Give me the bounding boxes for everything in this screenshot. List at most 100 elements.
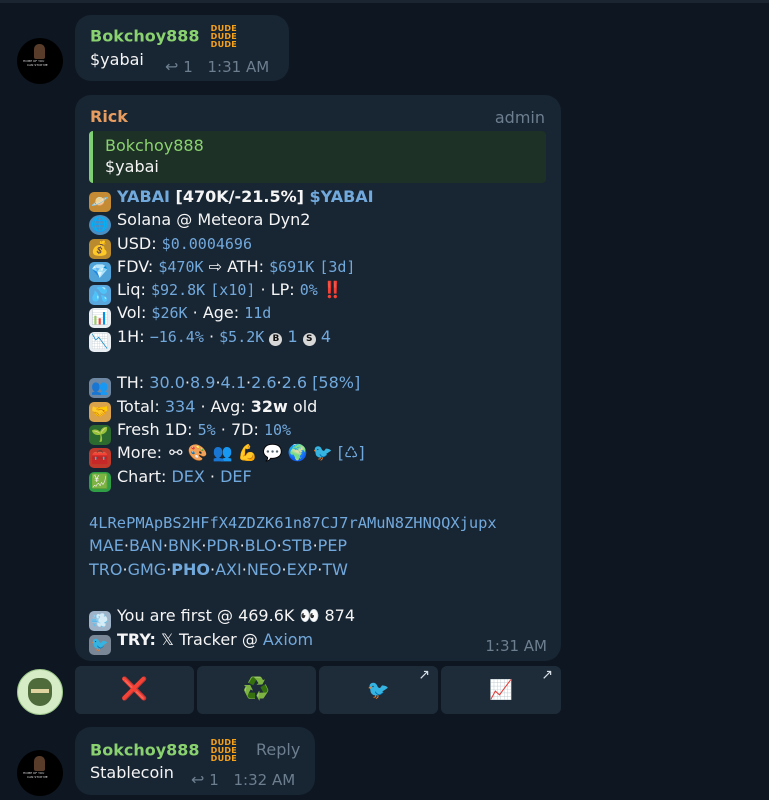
dex-link[interactable]: DEX bbox=[171, 467, 204, 486]
sender-name[interactable]: Rick bbox=[90, 107, 128, 126]
reply-count[interactable]: 1 bbox=[209, 771, 219, 789]
message-meta: ↩ 1 1:32 AM bbox=[191, 770, 295, 789]
sender-badge: DUDE DUDE DUDE bbox=[210, 738, 238, 763]
user-avatar[interactable]: HOME OF YOU CAN STOP ME bbox=[17, 38, 63, 84]
sender-name[interactable]: Bokchoy888 bbox=[90, 27, 200, 46]
sells-count: 4 bbox=[320, 326, 332, 346]
lp-label: LP: bbox=[270, 280, 300, 300]
refresh-button[interactable]: ♻️ bbox=[197, 666, 316, 714]
axiom-link[interactable]: Axiom bbox=[263, 630, 313, 649]
link-axi[interactable]: AXI bbox=[215, 560, 242, 579]
th-value[interactable]: 4.1 bbox=[221, 373, 246, 392]
th-label: TH: bbox=[117, 373, 150, 393]
bot-report: 🪐 YABAI [470K/-21.5%] $YABAI 🌐 Solana @ Me… bbox=[89, 185, 551, 655]
speech-bubble-icon[interactable]: 💬 bbox=[263, 443, 283, 462]
link-exp[interactable]: EXP bbox=[287, 560, 318, 579]
link-mae[interactable]: MAE bbox=[89, 536, 124, 555]
message-time: 1:31 AM bbox=[485, 637, 547, 655]
message-bubble-3[interactable]: Bokchoy888 DUDE DUDE DUDE Reply Stablecoin… bbox=[75, 727, 315, 795]
bot-avatar[interactable] bbox=[17, 669, 63, 715]
liquidity-line: 💦 Liq: $92.8K [x10] · LP: 0% ‼️ bbox=[89, 278, 551, 306]
recycle-link[interactable]: [♺] bbox=[338, 443, 365, 462]
lp-value: 0% bbox=[299, 281, 318, 300]
token-name-link[interactable]: YABAI bbox=[117, 187, 170, 206]
recycle-icon: ♻️ bbox=[242, 677, 271, 702]
fdv-line: 💎 FDV: $470K ⇨ ATH: $691K [3d] bbox=[89, 255, 551, 282]
token-ticker-link[interactable]: $YABAI bbox=[310, 187, 374, 206]
th-value[interactable]: 8.9 bbox=[190, 373, 215, 392]
separator: · bbox=[204, 466, 221, 486]
link-blo[interactable]: BLO bbox=[245, 536, 277, 555]
contract-address[interactable]: 4LRePMApBS2HFfX4ZDZK61n87CJ7rAMuN8ZHNQQX… bbox=[89, 514, 497, 532]
chain-line: 🌐 Solana @ Meteora Dyn2 bbox=[89, 208, 551, 236]
link-pho[interactable]: PHO bbox=[171, 560, 210, 579]
link-ban[interactable]: BAN bbox=[129, 536, 163, 555]
hourly-line: 📉 1H: −16.4% · $5.2K B 1 S 4 bbox=[89, 325, 551, 352]
chart-label: Chart: bbox=[117, 466, 172, 486]
message-bubble-1[interactable]: Bokchoy888 DUDE DUDE DUDE $yabai ↩ 1 1:31 … bbox=[75, 15, 289, 81]
separator: · bbox=[255, 280, 271, 300]
separator: · bbox=[215, 419, 231, 439]
link-neo[interactable]: NEO bbox=[247, 560, 282, 579]
token-stats: [470K/-21.5%] bbox=[169, 187, 310, 206]
vol-value: $26K bbox=[151, 304, 188, 323]
1h-change: −16.4% bbox=[149, 327, 204, 346]
link-stb[interactable]: STB bbox=[282, 536, 313, 555]
reply-quote[interactable]: Bokchoy888 $yabai bbox=[89, 131, 546, 183]
close-button[interactable]: ❌ bbox=[75, 666, 194, 714]
ath-label: ATH: bbox=[227, 256, 270, 276]
1h-amount: $5.2K bbox=[219, 327, 265, 346]
usd-line: 💰 USD: $0.0004696 bbox=[89, 232, 551, 259]
first-text: You are first @ 469.6K bbox=[117, 606, 300, 626]
def-link[interactable]: DEF bbox=[220, 467, 252, 486]
sender-badge: DUDE DUDE DUDE bbox=[210, 24, 238, 49]
reply-link[interactable]: Reply bbox=[256, 740, 300, 759]
fresh-label: Fresh 1D: bbox=[117, 419, 198, 439]
avatar-figure bbox=[34, 756, 45, 771]
link-bnk[interactable]: BNK bbox=[168, 536, 201, 555]
message-time: 1:31 AM bbox=[207, 58, 270, 76]
eyes-icon: 👀 bbox=[299, 606, 320, 626]
bird-icon[interactable]: 🐦 bbox=[313, 443, 333, 462]
chart-button[interactable]: 📈 ↗ bbox=[441, 666, 561, 714]
reply-count-icon[interactable]: ↩ bbox=[165, 57, 178, 76]
message-meta: ↩ 1 1:31 AM bbox=[165, 57, 269, 76]
people-square-icon[interactable]: 👥 bbox=[213, 443, 233, 462]
flexed-arm-icon[interactable]: 💪 bbox=[238, 443, 258, 462]
first-count: 874 bbox=[319, 606, 355, 626]
alert-icon: ‼️ bbox=[322, 280, 343, 300]
link-pep[interactable]: PEP bbox=[318, 536, 347, 555]
bird-icon: 🐦 bbox=[89, 634, 111, 655]
buys-icon: B bbox=[269, 332, 283, 346]
chart-up-icon: 📈 bbox=[489, 679, 513, 701]
link-tro[interactable]: TRO bbox=[89, 560, 122, 579]
tracker-button[interactable]: 🐦 ↗ bbox=[319, 666, 438, 714]
address-line: 4LRePMApBS2HFfX4ZDZK61n87CJ7rAMuN8ZHNQQX… bbox=[89, 511, 551, 534]
chart-line: 💹 Chart: DEX · DEF bbox=[89, 465, 551, 492]
liq-label: Liq: bbox=[117, 280, 151, 300]
reply-count-icon[interactable]: ↩ bbox=[191, 770, 204, 789]
fresh-7d-label: 7D: bbox=[230, 419, 264, 439]
palette-icon[interactable]: 🎨 bbox=[188, 443, 208, 462]
link-icon[interactable]: ⚯ bbox=[169, 443, 182, 462]
chain-text: Solana @ Meteora Dyn2 bbox=[117, 210, 311, 230]
sender-name[interactable]: Bokchoy888 bbox=[90, 741, 200, 760]
tracker-text: 𝕏 Tracker @ bbox=[155, 629, 263, 649]
message-bubble-2[interactable]: Rick admin Bokchoy888 $yabai 🪐 YABAI [470… bbox=[75, 95, 561, 661]
th-value[interactable]: 30.0 bbox=[149, 373, 185, 392]
usd-value: $0.0004696 bbox=[161, 234, 252, 253]
avatar-text-line2: CAN STOP ME bbox=[27, 63, 48, 67]
separator: · bbox=[203, 326, 220, 346]
external-link-icon: ↗ bbox=[541, 667, 553, 683]
close-icon: ❌ bbox=[120, 677, 149, 702]
reply-count[interactable]: 1 bbox=[183, 58, 193, 76]
th-value[interactable]: 2.6 bbox=[282, 373, 307, 392]
globe-icon[interactable]: 🌍 bbox=[288, 443, 308, 462]
link-tw[interactable]: TW bbox=[322, 560, 348, 579]
link-pdr[interactable]: PDR bbox=[206, 536, 239, 555]
top-holders-line: 👥 TH: 30.0·8.9·4.1·2.6·2.6 [58%] bbox=[89, 371, 551, 399]
quote-sender: Bokchoy888 bbox=[105, 136, 204, 155]
link-gmg[interactable]: GMG bbox=[128, 560, 167, 579]
th-value[interactable]: 2.6 bbox=[251, 373, 276, 392]
user-avatar[interactable]: HOME OF YOU CAN STOP ME bbox=[17, 750, 63, 796]
